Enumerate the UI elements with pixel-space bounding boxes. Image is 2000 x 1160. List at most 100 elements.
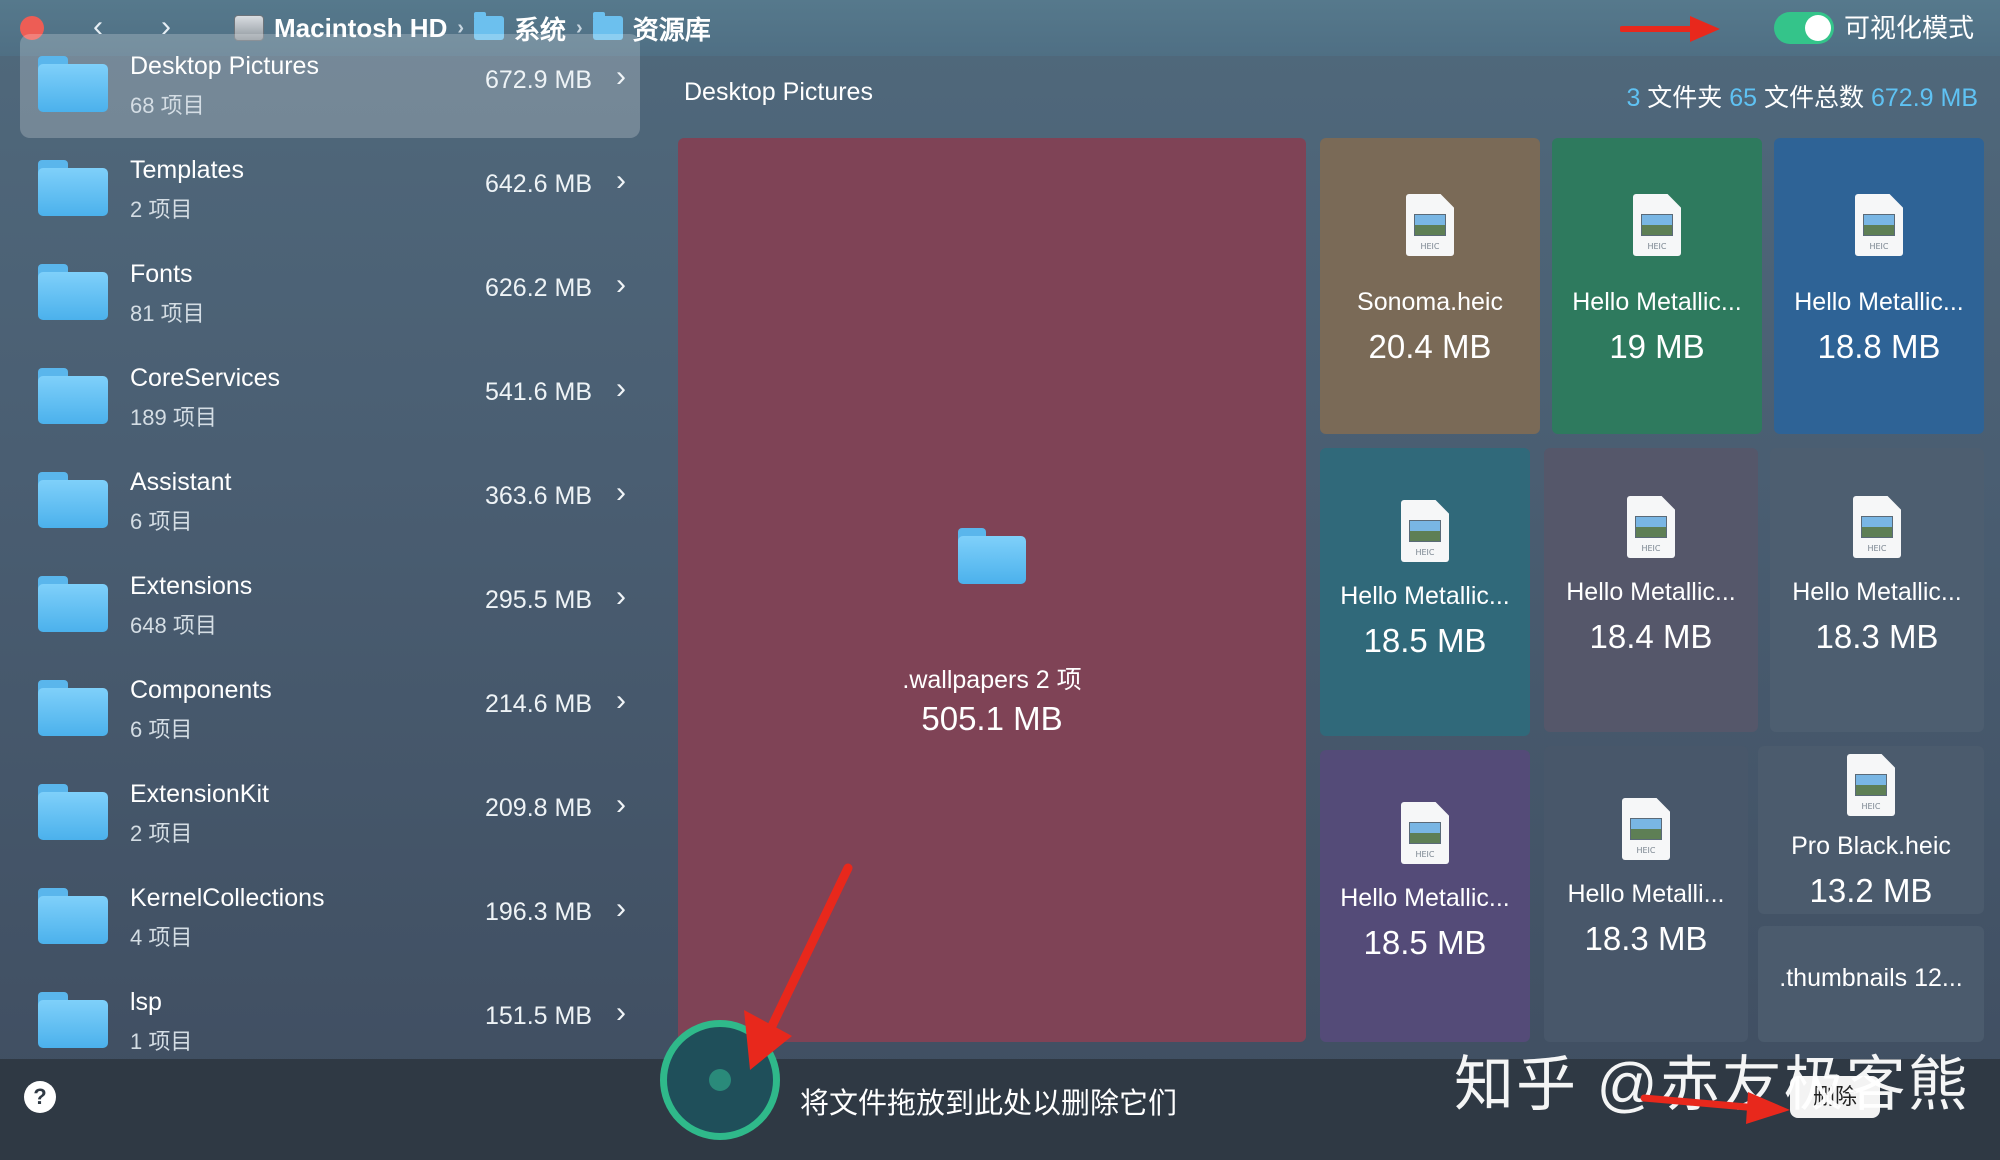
tile-size: 18.8 MB <box>1817 328 1941 365</box>
folder-count: 3 <box>1626 84 1641 112</box>
sidebar-folder-list: Desktop Pictures 68 项目 672.9 MB › Templa… <box>0 34 658 1059</box>
help-button[interactable]: ? <box>24 1081 56 1113</box>
breadcrumb-label: 资源库 <box>632 14 711 45</box>
folder-item-count: 2 项目 <box>130 821 193 846</box>
folder-name: lsp <box>130 988 162 1016</box>
folder-stats: 3 文件夹 65 文件总数 672.9 MB <box>1626 78 1978 114</box>
tile-size: 20.4 MB <box>1368 328 1492 365</box>
file-count: 65 <box>1729 84 1758 112</box>
sidebar-item-components[interactable]: Components 6 项目 214.6 MB › <box>20 658 640 762</box>
annotation-arrow-icon <box>744 863 853 1070</box>
sidebar-item-templates[interactable]: Templates 2 项目 642.6 MB › <box>20 138 640 242</box>
folder-icon <box>38 680 108 736</box>
sidebar-item-coreservices[interactable]: CoreServices 189 项目 541.6 MB › <box>20 346 640 450</box>
folder-size: 151.5 MB <box>484 1002 592 1030</box>
chevron-right-icon[interactable]: › <box>616 996 626 1030</box>
tile-name: Hello Metallic... <box>1340 582 1510 610</box>
treemap-tile-file[interactable]: HEIC Hello Metallic... 18.5 MB <box>1320 448 1530 736</box>
treemap-tile-file[interactable]: HEIC Sonoma.heic 20.4 MB <box>1320 138 1540 434</box>
folder-item-count: 4 项目 <box>130 925 193 950</box>
folder-item-count: 6 项目 <box>130 509 193 534</box>
chevron-right-icon[interactable]: › <box>616 268 626 302</box>
chevron-right-icon[interactable]: › <box>616 684 626 718</box>
tile-size: 18.5 MB <box>1363 622 1487 659</box>
folder-size: 295.5 MB <box>484 586 592 614</box>
folder-size: 642.6 MB <box>484 170 592 198</box>
folder-icon <box>38 56 108 112</box>
heic-file-icon: HEIC <box>1847 754 1895 816</box>
folder-size: 214.6 MB <box>484 690 592 718</box>
chevron-right-icon[interactable]: › <box>616 372 626 406</box>
folder-icon <box>38 264 108 320</box>
treemap-tile-file[interactable]: HEIC Pro Black.heic 13.2 MB <box>1758 746 1984 914</box>
tile-size: 18.3 MB <box>1584 920 1708 957</box>
sidebar-item-assistant[interactable]: Assistant 6 项目 363.6 MB › <box>20 450 640 554</box>
finder-window: ‹ › Macintosh HD › 系统 › 资源库 可视化模式 Deskto… <box>0 0 2000 1160</box>
folder-item-count: 648 项目 <box>130 613 217 638</box>
sidebar-item-kernelcollections[interactable]: KernelCollections 4 项目 196.3 MB › <box>20 866 640 970</box>
chevron-right-icon[interactable]: › <box>616 164 626 198</box>
sidebar-item-extensionkit[interactable]: ExtensionKit 2 项目 209.8 MB › <box>20 762 640 866</box>
tile-name: .wallpapers 2 项 <box>902 666 1082 694</box>
visual-mode-toggle[interactable] <box>1774 12 1834 44</box>
chevron-right-icon[interactable]: › <box>616 60 626 94</box>
tile-name: Pro Black.heic <box>1791 832 1951 860</box>
chevron-right-icon[interactable]: › <box>616 580 626 614</box>
treemap-tile-file[interactable]: HEIC Hello Metallic... 18.5 MB <box>1320 750 1530 1042</box>
tile-size: 18.3 MB <box>1815 618 1939 655</box>
tile-name: Hello Metalli... <box>1567 880 1725 908</box>
folder-icon <box>38 992 108 1048</box>
tile-size: 505.1 MB <box>921 700 1063 737</box>
folder-size: 626.2 MB <box>484 274 592 302</box>
folder-size: 672.9 MB <box>484 66 592 94</box>
total-size: 672.9 MB <box>1870 84 1978 112</box>
treemap-tile-file[interactable]: HEIC Hello Metallic... 18.8 MB <box>1774 138 1984 434</box>
sidebar-item-desktop-pictures[interactable]: Desktop Pictures 68 项目 672.9 MB › <box>20 34 640 138</box>
current-folder-title: Desktop Pictures <box>684 78 873 106</box>
folder-icon <box>38 368 108 424</box>
folder-icon <box>958 528 1026 584</box>
sidebar-item-fonts[interactable]: Fonts 81 项目 626.2 MB › <box>20 242 640 346</box>
tile-name: Hello Metallic... <box>1794 288 1964 316</box>
treemap-tile-file[interactable]: HEIC Hello Metallic... 19 MB <box>1552 138 1762 434</box>
folder-name: Desktop Pictures <box>130 52 319 80</box>
folder-name: Assistant <box>130 468 232 496</box>
heic-file-icon: HEIC <box>1853 496 1901 558</box>
folder-item-count: 6 项目 <box>130 717 193 742</box>
folder-name: Fonts <box>130 260 193 288</box>
folder-item-count: 1 项目 <box>130 1029 193 1054</box>
tile-size: 18.5 MB <box>1363 924 1487 961</box>
folder-size: 209.8 MB <box>484 794 592 822</box>
visual-mode-label: 可视化模式 <box>1844 13 1975 43</box>
tile-name: Hello Metallic... <box>1572 288 1742 316</box>
chevron-right-icon[interactable]: › <box>616 476 626 510</box>
folder-name: ExtensionKit <box>130 780 269 808</box>
chevron-right-icon[interactable]: › <box>616 892 626 926</box>
folder-item-count: 68 项目 <box>130 93 205 118</box>
folder-item-count: 189 项目 <box>130 405 217 430</box>
heic-file-icon: HEIC <box>1401 500 1449 562</box>
folder-size: 541.6 MB <box>484 378 592 406</box>
treemap-tile-folder[interactable]: .thumbnails 12... <box>1758 926 1984 1042</box>
folder-icon <box>38 576 108 632</box>
sidebar-item-extensions[interactable]: Extensions 648 项目 295.5 MB › <box>20 554 640 658</box>
treemap-tile-file[interactable]: HEIC Hello Metalli... 18.3 MB <box>1544 746 1748 1042</box>
annotation-arrow-icon <box>1620 16 1720 42</box>
annotation-arrow-icon <box>1640 1092 1790 1124</box>
treemap-tile-file[interactable]: HEIC Hello Metallic... 18.3 MB <box>1770 448 1984 732</box>
heic-file-icon: HEIC <box>1855 194 1903 256</box>
folder-icon <box>38 472 108 528</box>
tile-size: 13.2 MB <box>1809 872 1933 909</box>
folder-size: 196.3 MB <box>484 898 592 926</box>
heic-file-icon: HEIC <box>1622 798 1670 860</box>
treemap-tile-file[interactable]: HEIC Hello Metallic... 18.4 MB <box>1544 448 1758 732</box>
folder-item-count: 81 项目 <box>130 301 205 326</box>
drop-zone-hint: 将文件拖放到此处以删除它们 <box>800 1088 1178 1120</box>
chevron-right-icon[interactable]: › <box>616 788 626 822</box>
tile-size: 19 MB <box>1609 328 1705 365</box>
tile-name: .thumbnails 12... <box>1779 964 1963 992</box>
folder-name: Templates <box>130 156 244 184</box>
folder-name: CoreServices <box>130 364 281 392</box>
heic-file-icon: HEIC <box>1401 802 1449 864</box>
heic-file-icon: HEIC <box>1406 194 1454 256</box>
